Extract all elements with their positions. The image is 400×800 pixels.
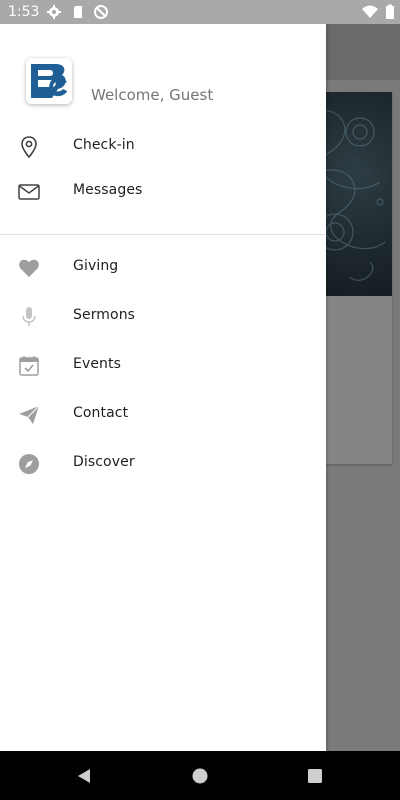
gear-icon	[47, 5, 61, 19]
home-icon[interactable]	[191, 767, 209, 785]
menu-label-events: Events	[73, 356, 122, 372]
do-not-disturb-icon	[94, 5, 108, 19]
map-pin-icon	[21, 136, 37, 159]
menu-item-sermons[interactable]: Sermons	[0, 295, 326, 339]
status-bar: 1:53	[0, 0, 400, 24]
battery-icon	[386, 4, 394, 19]
menu-label-check-in: Check-in	[73, 137, 135, 153]
church-logo	[26, 58, 72, 104]
status-time: 1:53	[8, 4, 40, 20]
navigation-drawer: Welcome, Guest Check-in Messages Giving …	[0, 24, 326, 751]
menu-label-contact: Contact	[73, 405, 129, 421]
menu-item-check-in[interactable]: Check-in	[0, 125, 326, 169]
envelope-icon	[18, 184, 40, 200]
wifi-icon	[362, 5, 378, 18]
menu-item-messages[interactable]: Messages	[0, 170, 326, 214]
menu-item-events[interactable]: Events	[0, 344, 326, 388]
menu-item-contact[interactable]: Contact	[0, 393, 326, 437]
menu-label-discover: Discover	[73, 454, 135, 470]
menu-item-discover[interactable]: Discover	[0, 442, 326, 486]
drawer-header: Welcome, Guest	[0, 24, 326, 124]
back-icon[interactable]	[75, 767, 93, 785]
welcome-text: Welcome, Guest	[91, 86, 214, 104]
microphone-icon	[22, 307, 36, 326]
menu-label-messages: Messages	[73, 182, 143, 198]
menu-label-sermons: Sermons	[73, 307, 136, 323]
recents-icon[interactable]	[306, 767, 324, 785]
calendar-check-icon	[19, 356, 39, 376]
menu-label-giving: Giving	[73, 258, 119, 274]
sd-card-icon	[74, 6, 82, 18]
compass-icon	[19, 454, 39, 474]
heart-icon	[19, 259, 39, 277]
paper-plane-icon	[19, 405, 40, 424]
menu-item-giving[interactable]: Giving	[0, 246, 326, 290]
system-navigation-bar	[0, 751, 400, 800]
drawer-divider	[0, 234, 326, 235]
